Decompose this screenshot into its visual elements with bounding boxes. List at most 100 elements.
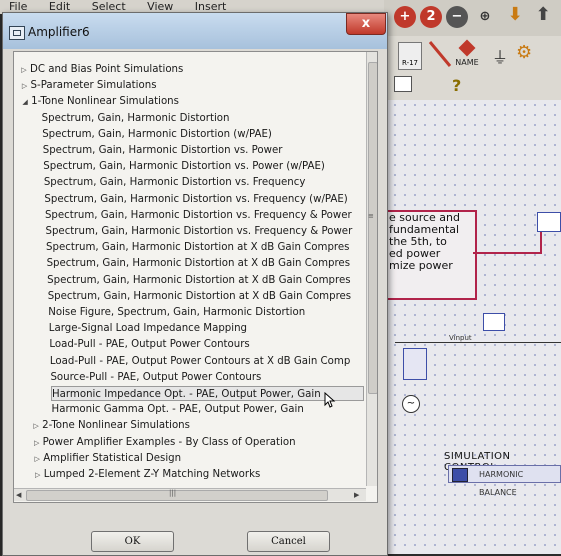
- vinput-label: Vinput: [449, 334, 472, 342]
- expanded-arrow-icon[interactable]: ◢: [19, 95, 31, 110]
- tree-item-label: Spectrum, Gain, Harmonic Distortion vs. …: [44, 209, 352, 221]
- schematic-wire: [473, 252, 541, 254]
- schematic-wire: [395, 342, 561, 343]
- horizontal-scroll-thumb[interactable]: |||: [26, 489, 328, 501]
- tree-item-label: Source-Pull - PAE, Output Power Contours: [50, 371, 262, 383]
- zoom-2-icon[interactable]: 2: [420, 6, 442, 28]
- tree-item[interactable]: Load-Pull - PAE, Output Power Contours a…: [50, 354, 350, 369]
- tree-item-label: Harmonic Gamma Opt. - PAE, Output Power,…: [51, 404, 304, 416]
- mouse-cursor-icon: [324, 391, 336, 412]
- scroll-grip-icon: ≡: [368, 212, 374, 220]
- tree-item-label: Load-Pull - PAE, Output Power Contours a…: [49, 355, 351, 367]
- menu-view[interactable]: View: [138, 1, 182, 12]
- tree-item-label: 1-Tone Nonlinear Simulations: [31, 96, 179, 108]
- tree-category[interactable]: ▷ Amplifier Statistical Design: [31, 451, 181, 466]
- menu-insert[interactable]: Insert: [186, 1, 236, 12]
- tree-item[interactable]: Spectrum, Gain, Harmonic Distortion: [42, 111, 230, 126]
- tree-item-label: Spectrum, Gain, Harmonic Distortion vs. …: [42, 145, 283, 156]
- menu-edit[interactable]: Edit: [40, 1, 79, 12]
- tree-item[interactable]: Spectrum, Gain, Harmonic Distortion vs. …: [45, 208, 352, 223]
- tree-item-label: Spectrum, Gain, Harmonic Distortion at X…: [47, 274, 351, 286]
- ground-icon[interactable]: ⏚: [492, 44, 508, 68]
- download-icon[interactable]: ⬇: [504, 4, 526, 26]
- tree-item-label: Power Amplifier Examples - By Class of O…: [42, 436, 296, 448]
- tree-item[interactable]: Large-Signal Load Impedance Mapping: [49, 321, 247, 336]
- wire-icon[interactable]: [428, 40, 452, 68]
- source-icon: [483, 313, 505, 331]
- help-icon[interactable]: ?: [452, 76, 461, 95]
- collapsed-arrow-icon[interactable]: ▷: [19, 79, 31, 94]
- horizontal-scrollbar[interactable]: ◀ ||| ▶: [14, 488, 366, 501]
- tree-item-label: Spectrum, Gain, Harmonic Distortion vs. …: [43, 161, 325, 173]
- settings-icon[interactable]: ⚙: [516, 42, 532, 63]
- main-toolbar: + 2 − ⊕ ⬇ ⬆: [384, 0, 561, 37]
- schematic-note: e source and fundamental the 5th, to ed …: [385, 210, 477, 300]
- vertical-scroll-thumb[interactable]: [368, 62, 377, 394]
- tree-item[interactable]: Spectrum, Gain, Harmonic Distortion vs. …: [44, 175, 306, 190]
- source-icon: [537, 212, 561, 232]
- menu-select[interactable]: Select: [83, 1, 135, 12]
- tree-item-label: Load-Pull - PAE, Output Power Contours: [49, 339, 250, 351]
- tree-item-label: 2-Tone Nonlinear Simulations: [42, 420, 190, 432]
- upload-icon[interactable]: ⬆: [532, 4, 554, 26]
- tree-item-label: Spectrum, Gain, Harmonic Distortion at X…: [46, 242, 350, 254]
- collapsed-arrow-icon[interactable]: ▷: [31, 452, 43, 467]
- harmonic-balance-icon: [452, 468, 468, 482]
- tree-category[interactable]: ▷ DC and Bias Point Simulations: [18, 62, 183, 77]
- tree-item[interactable]: Harmonic Impedance Opt. - PAE, Output Po…: [51, 386, 364, 401]
- cancel-button[interactable]: Cancel: [247, 531, 330, 552]
- tree-item[interactable]: Load-Pull - PAE, Output Power Contours: [49, 337, 249, 352]
- scroll-right-icon[interactable]: ▶: [354, 489, 359, 501]
- tree-item[interactable]: Spectrum, Gain, Harmonic Distortion at X…: [47, 273, 350, 288]
- tree-item[interactable]: Spectrum, Gain, Harmonic Distortion (w/P…: [42, 127, 272, 142]
- tree-item-label: Harmonic Impedance Opt. - PAE, Output Po…: [52, 389, 321, 400]
- vertical-scrollbar[interactable]: ≡: [366, 52, 377, 486]
- close-button[interactable]: x: [346, 13, 386, 35]
- tree-item[interactable]: Harmonic Gamma Opt. - PAE, Output Power,…: [52, 402, 304, 417]
- name-icon[interactable]: NAME: [452, 39, 482, 70]
- template-dialog: Amplifier6 x ▷ DC and Bias Point Simulati…: [2, 12, 388, 556]
- tree-item-label: Spectrum, Gain, Harmonic Distortion: [41, 112, 230, 124]
- ok-button[interactable]: OK: [91, 531, 174, 552]
- tree-item[interactable]: Spectrum, Gain, Harmonic Distortion at X…: [47, 256, 350, 271]
- tree-category[interactable]: ▷ Lumped 2-Element Z-Y Matching Networks: [32, 467, 261, 483]
- tree-item-label: Noise Figure, Spectrum, Gain, Harmonic D…: [48, 307, 306, 318]
- collapsed-arrow-icon[interactable]: ▷: [32, 468, 44, 483]
- tree-category[interactable]: ◢ 1-Tone Nonlinear Simulations: [19, 94, 179, 109]
- tree-item[interactable]: Spectrum, Gain, Harmonic Distortion vs. …: [46, 224, 353, 239]
- tree-item-label: Spectrum, Gain, Harmonic Distortion at X…: [47, 290, 352, 302]
- collapsed-arrow-icon[interactable]: ▷: [18, 63, 30, 78]
- tree-item-label: Spectrum, Gain, Harmonic Distortion at X…: [46, 258, 351, 270]
- tree-item[interactable]: Spectrum, Gain, Harmonic Distortion vs. …: [43, 143, 283, 158]
- tree-item-label: Spectrum, Gain, Harmonic Distortion vs. …: [43, 177, 306, 189]
- tree-item-label: Spectrum, Gain, Harmonic Distortion (w/P…: [42, 128, 272, 140]
- collapsed-arrow-icon[interactable]: ▷: [31, 436, 43, 451]
- tree-category[interactable]: ▷ Power Amplifier Examples - By Class of …: [31, 435, 296, 450]
- tree-item[interactable]: Source-Pull - PAE, Output Power Contours: [50, 370, 261, 385]
- resistor-icon[interactable]: R-17: [398, 42, 422, 70]
- template-tree[interactable]: ▷ DC and Bias Point Simulations ▷ S-Paramet…: [13, 51, 378, 503]
- tree-item[interactable]: Spectrum, Gain, Harmonic Distortion at X…: [48, 289, 351, 304]
- window-icon: [9, 26, 25, 40]
- pointer-icon[interactable]: ⊕: [474, 6, 496, 28]
- tree-item[interactable]: Spectrum, Gain, Harmonic Distortion vs. …: [44, 192, 347, 207]
- scroll-left-icon[interactable]: ◀: [16, 489, 21, 501]
- scroll-grip-icon: |||: [169, 489, 177, 497]
- tree-item-label: Spectrum, Gain, Harmonic Distortion vs. …: [45, 226, 353, 237]
- tree-item-label: S-Parameter Simulations: [30, 80, 157, 92]
- menu-file[interactable]: File: [0, 1, 36, 12]
- zoom-out-icon[interactable]: −: [446, 6, 468, 28]
- port-icon: [403, 348, 427, 380]
- tree-item[interactable]: Spectrum, Gain, Harmonic Distortion at X…: [46, 240, 349, 255]
- tree-item[interactable]: Spectrum, Gain, Harmonic Distortion vs. …: [43, 159, 325, 174]
- tree-item[interactable]: Noise Figure, Spectrum, Gain, Harmonic D…: [48, 305, 305, 320]
- tree-item-label: Lumped 2-Element Z-Y Matching Networks: [43, 469, 261, 480]
- collapsed-arrow-icon[interactable]: ▷: [30, 419, 42, 434]
- schematic-canvas[interactable]: [380, 100, 561, 554]
- tree-item-label: Spectrum, Gain, Harmonic Distortion vs. …: [44, 193, 348, 205]
- dialog-titlebar[interactable]: Amplifier6 x: [3, 13, 387, 49]
- tree-category[interactable]: ▷ 2-Tone Nonlinear Simulations: [30, 418, 190, 433]
- edit-icon[interactable]: [394, 76, 412, 92]
- zoom-in-icon[interactable]: +: [394, 6, 416, 28]
- tree-category[interactable]: ▷ S-Parameter Simulations: [19, 78, 157, 93]
